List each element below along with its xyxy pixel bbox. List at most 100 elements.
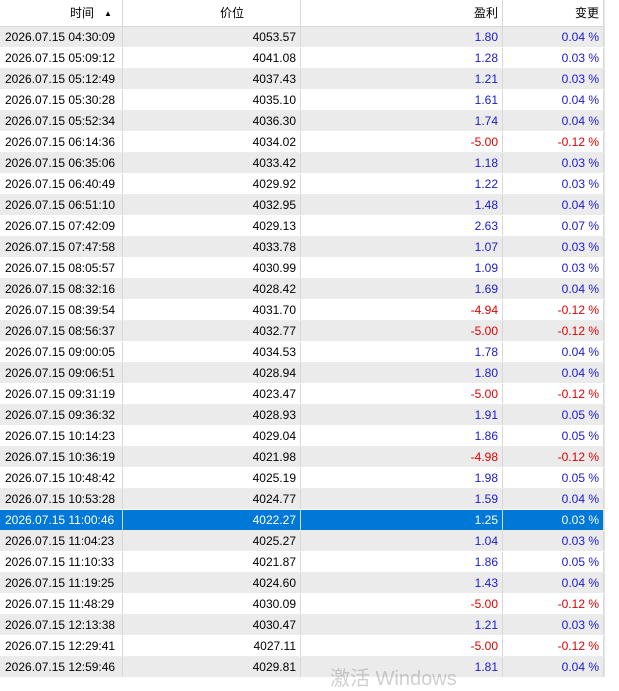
- cell-change: 0.04 %: [503, 363, 604, 383]
- cell-price: 4030.47: [123, 615, 301, 635]
- table-row[interactable]: 2026.07.15 11:48:29 4030.09 -5.00 -0.12 %: [0, 594, 604, 615]
- table-row[interactable]: 2026.07.15 10:36:19 4021.98 -4.98 -0.12 %: [0, 447, 604, 468]
- cell-time: 2026.07.15 12:29:41: [0, 636, 123, 656]
- cell-change: 0.03 %: [503, 237, 604, 257]
- cell-profit: 1.21: [301, 615, 503, 635]
- cell-change: 0.05 %: [503, 552, 604, 572]
- cell-time: 2026.07.15 04:30:09: [0, 27, 123, 47]
- cell-profit: 1.28: [301, 48, 503, 68]
- table-row[interactable]: 2026.07.15 06:35:06 4033.42 1.18 0.03 %: [0, 153, 604, 174]
- table-row[interactable]: 2026.07.15 11:10:33 4021.87 1.86 0.05 %: [0, 552, 604, 573]
- cell-change: 0.03 %: [503, 69, 604, 89]
- cell-profit: 1.48: [301, 195, 503, 215]
- table-row[interactable]: 2026.07.15 08:05:57 4030.99 1.09 0.03 %: [0, 258, 604, 279]
- table-row[interactable]: 2026.07.15 09:00:05 4034.53 1.78 0.04 %: [0, 342, 604, 363]
- cell-profit: 2.63: [301, 216, 503, 236]
- table-row[interactable]: 2026.07.15 10:48:42 4025.19 1.98 0.05 %: [0, 468, 604, 489]
- table-row[interactable]: 2026.07.15 05:30:28 4035.10 1.61 0.04 %: [0, 90, 604, 111]
- cell-profit: -5.00: [301, 321, 503, 341]
- table-row[interactable]: 2026.07.15 07:42:09 4029.13 2.63 0.07 %: [0, 216, 604, 237]
- table-row[interactable]: 2026.07.15 08:39:54 4031.70 -4.94 -0.12 %: [0, 300, 604, 321]
- cell-time: 2026.07.15 12:13:38: [0, 615, 123, 635]
- cell-profit: 1.43: [301, 573, 503, 593]
- cell-price: 4030.09: [123, 594, 301, 614]
- cell-time: 2026.07.15 05:52:34: [0, 111, 123, 131]
- table-row[interactable]: 2026.07.15 04:30:09 4053.57 1.80 0.04 %: [0, 27, 604, 48]
- cell-profit: -5.00: [301, 636, 503, 656]
- cell-change: 0.04 %: [503, 195, 604, 215]
- cell-price: 4024.77: [123, 489, 301, 509]
- table-row[interactable]: 2026.07.15 08:32:16 4028.42 1.69 0.04 %: [0, 279, 604, 300]
- cell-time: 2026.07.15 10:36:19: [0, 447, 123, 467]
- cell-profit: 1.86: [301, 552, 503, 572]
- cell-time: 2026.07.15 08:05:57: [0, 258, 123, 278]
- table-row[interactable]: 2026.07.15 06:40:49 4029.92 1.22 0.03 %: [0, 174, 604, 195]
- cell-price: 4021.87: [123, 552, 301, 572]
- cell-price: 4029.92: [123, 174, 301, 194]
- cell-change: 0.05 %: [503, 426, 604, 446]
- cell-time: 2026.07.15 11:00:46: [0, 510, 123, 530]
- cell-profit: -5.00: [301, 594, 503, 614]
- cell-price: 4053.57: [123, 27, 301, 47]
- column-header-change[interactable]: 变更: [503, 0, 604, 26]
- cell-time: 2026.07.15 09:36:32: [0, 405, 123, 425]
- cell-profit: 1.86: [301, 426, 503, 446]
- table-row[interactable]: 2026.07.15 06:51:10 4032.95 1.48 0.04 %: [0, 195, 604, 216]
- table-row[interactable]: 2026.07.15 12:13:38 4030.47 1.21 0.03 %: [0, 615, 604, 636]
- table-row[interactable]: 2026.07.15 09:36:32 4028.93 1.91 0.05 %: [0, 405, 604, 426]
- cell-price: 4033.42: [123, 153, 301, 173]
- cell-time: 2026.07.15 06:40:49: [0, 174, 123, 194]
- cell-time: 2026.07.15 09:00:05: [0, 342, 123, 362]
- vertical-scrollbar[interactable]: [604, 0, 619, 677]
- cell-price: 4028.93: [123, 405, 301, 425]
- table-row[interactable]: 2026.07.15 05:52:34 4036.30 1.74 0.04 %: [0, 111, 604, 132]
- column-header-time[interactable]: 时间 ▲: [0, 0, 123, 26]
- cell-price: 4028.94: [123, 363, 301, 383]
- cell-change: 0.03 %: [503, 48, 604, 68]
- cell-profit: 1.21: [301, 69, 503, 89]
- table-row[interactable]: 2026.07.15 05:09:12 4041.08 1.28 0.03 %: [0, 48, 604, 69]
- table-row[interactable]: 2026.07.15 10:53:28 4024.77 1.59 0.04 %: [0, 489, 604, 510]
- cell-change: 0.04 %: [503, 489, 604, 509]
- cell-price: 4029.04: [123, 426, 301, 446]
- cell-time: 2026.07.15 09:06:51: [0, 363, 123, 383]
- cell-change: -0.12 %: [503, 594, 604, 614]
- column-header-price[interactable]: 价位: [123, 0, 301, 26]
- cell-time: 2026.07.15 11:19:25: [0, 573, 123, 593]
- cell-change: -0.12 %: [503, 300, 604, 320]
- table-row[interactable]: 2026.07.15 05:12:49 4037.43 1.21 0.03 %: [0, 69, 604, 90]
- column-header-profit[interactable]: 盈利: [301, 0, 503, 26]
- table-header: 时间 ▲ 价位 盈利 变更: [0, 0, 604, 27]
- cell-time: 2026.07.15 05:09:12: [0, 48, 123, 68]
- cell-change: 0.03 %: [503, 153, 604, 173]
- table-row-selected[interactable]: 2026.07.15 11:00:46 4022.27 1.25 0.03 %: [0, 510, 604, 531]
- table-row[interactable]: 2026.07.15 11:04:23 4025.27 1.04 0.03 %: [0, 531, 604, 552]
- table-row[interactable]: 2026.07.15 12:59:46 4029.81 1.81 0.04 %: [0, 657, 604, 678]
- cell-profit: 1.07: [301, 237, 503, 257]
- cell-price: 4037.43: [123, 69, 301, 89]
- cell-price: 4031.70: [123, 300, 301, 320]
- cell-profit: 1.61: [301, 90, 503, 110]
- cell-change: -0.12 %: [503, 384, 604, 404]
- table-row[interactable]: 2026.07.15 12:29:41 4027.11 -5.00 -0.12 %: [0, 636, 604, 657]
- cell-price: 4029.81: [123, 657, 301, 677]
- cell-time: 2026.07.15 12:59:46: [0, 657, 123, 677]
- cell-change: 0.03 %: [503, 258, 604, 278]
- cell-change: 0.05 %: [503, 468, 604, 488]
- cell-time: 2026.07.15 11:10:33: [0, 552, 123, 572]
- table-row[interactable]: 2026.07.15 10:14:23 4029.04 1.86 0.05 %: [0, 426, 604, 447]
- cell-price: 4021.98: [123, 447, 301, 467]
- table-row[interactable]: 2026.07.15 09:06:51 4028.94 1.80 0.04 %: [0, 363, 604, 384]
- table-row[interactable]: 2026.07.15 08:56:37 4032.77 -5.00 -0.12 %: [0, 321, 604, 342]
- cell-change: 0.07 %: [503, 216, 604, 236]
- column-header-time-label: 时间: [70, 6, 95, 20]
- table-row[interactable]: 2026.07.15 11:19:25 4024.60 1.43 0.04 %: [0, 573, 604, 594]
- cell-profit: 1.18: [301, 153, 503, 173]
- cell-profit: 1.22: [301, 174, 503, 194]
- table-row[interactable]: 2026.07.15 06:14:36 4034.02 -5.00 -0.12 %: [0, 132, 604, 153]
- cell-profit: -5.00: [301, 132, 503, 152]
- table-row[interactable]: 2026.07.15 07:47:58 4033.78 1.07 0.03 %: [0, 237, 604, 258]
- table-row[interactable]: 2026.07.15 09:31:19 4023.47 -5.00 -0.12 %: [0, 384, 604, 405]
- cell-time: 2026.07.15 08:56:37: [0, 321, 123, 341]
- cell-profit: -4.98: [301, 447, 503, 467]
